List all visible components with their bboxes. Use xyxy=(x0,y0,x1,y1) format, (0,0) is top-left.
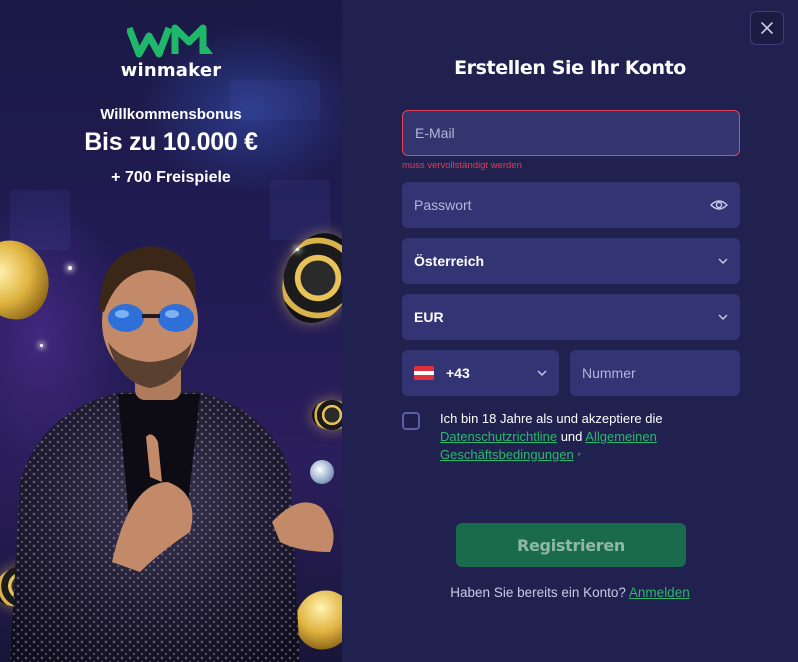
phone-code-value: +43 xyxy=(446,365,470,381)
email-placeholder: E-Mail xyxy=(415,125,455,141)
logo-wordmark: winmaker xyxy=(120,60,222,81)
currency-value: EUR xyxy=(414,309,444,325)
register-button[interactable]: Registrieren xyxy=(456,523,686,567)
currency-select[interactable]: EUR xyxy=(402,294,740,340)
bonus-label: Willkommensbonus xyxy=(100,106,242,123)
chevron-down-icon xyxy=(537,370,547,376)
promo-panel: winmaker Willkommensbonus Bis zu 10.000 … xyxy=(0,0,342,662)
required-marker: * xyxy=(577,451,581,461)
chevron-down-icon xyxy=(718,314,728,320)
terms-link-part2[interactable]: Geschäftsbedingungen xyxy=(440,447,574,462)
phone-code-select[interactable]: +43 xyxy=(402,350,559,396)
form-title: Erstellen Sie Ihr Konto xyxy=(454,57,686,79)
password-placeholder: Passwort xyxy=(414,197,472,213)
password-field[interactable]: Passwort xyxy=(402,182,740,228)
country-select[interactable]: Österreich xyxy=(402,238,740,284)
registration-panel: Erstellen Sie Ihr Konto E-Mail muss verv… xyxy=(342,0,798,662)
phone-number-field[interactable]: Nummer xyxy=(570,350,740,396)
terms-text: Ich bin 18 Jahre als und akzeptiere die … xyxy=(440,410,663,465)
login-prompt-row: Haben Sie bereits ein Konto? Anmelden xyxy=(342,585,798,600)
privacy-policy-link[interactable]: Datenschutzrichtline xyxy=(440,429,557,444)
login-link[interactable]: Anmelden xyxy=(629,585,690,600)
terms-text-before: Ich bin 18 Jahre als und akzeptiere die xyxy=(440,411,663,426)
bonus-amount: Bis zu 10.000 € xyxy=(84,128,258,156)
chevron-down-icon xyxy=(718,258,728,264)
email-error-message: muss vervollständigt werden xyxy=(402,160,522,171)
terms-link-part1[interactable]: Allgemeinen xyxy=(585,429,657,444)
bonus-free-spins: + 700 Freispiele xyxy=(111,169,231,186)
terms-checkbox[interactable] xyxy=(402,412,420,430)
austria-flag-icon xyxy=(414,366,434,380)
wm-logo-icon xyxy=(127,24,213,58)
close-button[interactable] xyxy=(750,11,784,45)
terms-conjunction: und xyxy=(560,429,583,444)
phone-number-placeholder: Nummer xyxy=(582,365,636,381)
country-value: Österreich xyxy=(414,253,485,269)
email-field[interactable]: E-Mail xyxy=(402,110,740,156)
close-icon xyxy=(761,22,773,34)
eye-icon[interactable] xyxy=(710,199,728,211)
presenter-illustration xyxy=(10,246,334,662)
login-prompt-text: Haben Sie bereits ein Konto? xyxy=(450,585,626,600)
winmaker-logo: winmaker xyxy=(0,24,342,81)
terms-row: Ich bin 18 Jahre als und akzeptiere die … xyxy=(402,410,742,465)
